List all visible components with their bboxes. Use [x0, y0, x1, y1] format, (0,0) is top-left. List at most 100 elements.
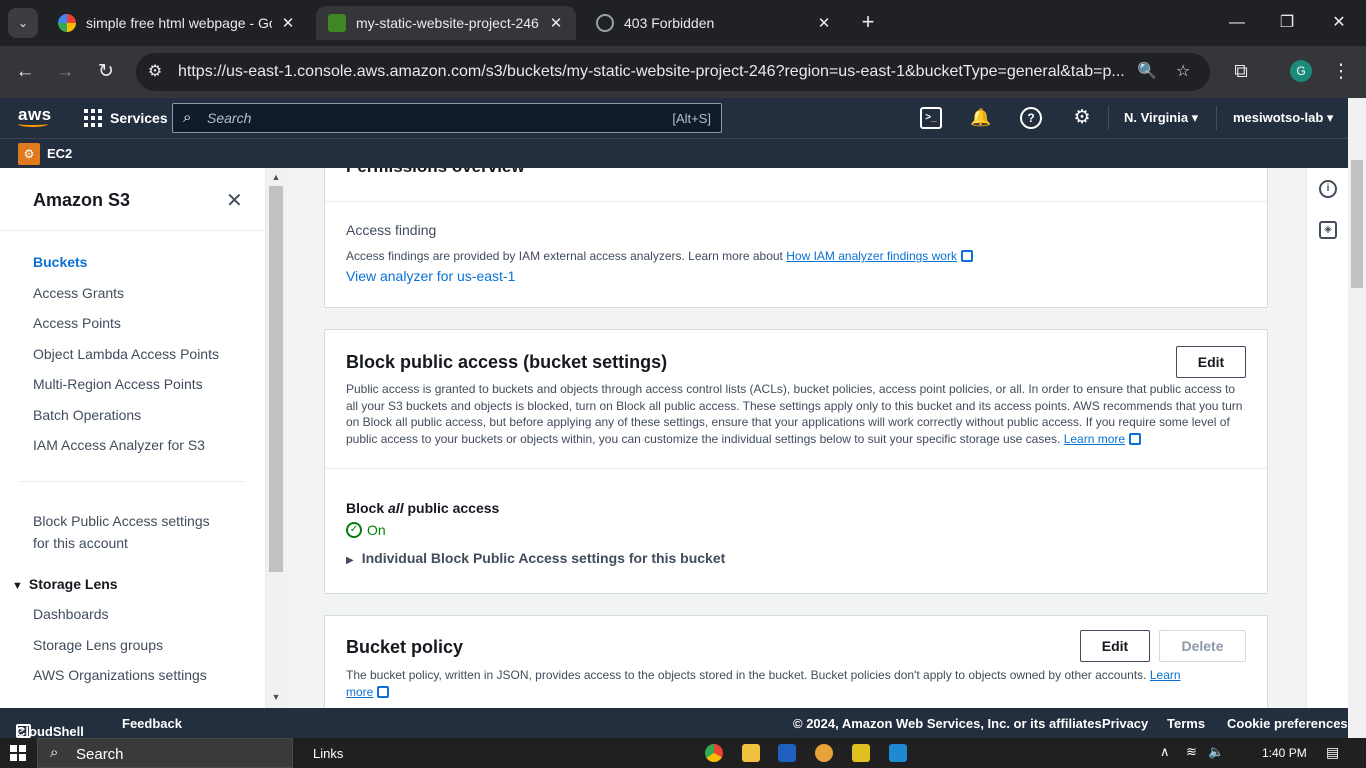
- sidebar-item-multi-region[interactable]: Multi-Region Access Points: [33, 376, 203, 392]
- close-icon[interactable]: ✕: [226, 188, 243, 213]
- url-text[interactable]: https://us-east-1.console.aws.amazon.com…: [178, 63, 1128, 81]
- region-selector[interactable]: N. Virginia ▾: [1124, 110, 1198, 126]
- chevron-up-icon[interactable]: ∧: [1160, 744, 1170, 760]
- tab-google-search[interactable]: simple free html webpage - Go ✕: [46, 6, 308, 40]
- reload-icon[interactable]: ↻: [93, 59, 119, 85]
- aws-top-navigation: aws Services ⌕ [Alt+S] >_ 🔔 ? ⚙ N. Virgi…: [0, 98, 1348, 138]
- more-menu-icon[interactable]: ⋮: [1328, 59, 1354, 85]
- ec2-icon[interactable]: ⚙: [18, 143, 40, 165]
- site-info-icon[interactable]: ⚙: [144, 61, 166, 83]
- file-explorer-icon[interactable]: [742, 744, 760, 762]
- sidebar-scrollbar[interactable]: ▲ ▼: [266, 168, 286, 708]
- notifications-bell-icon[interactable]: 🔔: [970, 107, 992, 129]
- tab-search-button[interactable]: ⌄: [8, 8, 38, 38]
- individual-settings-expander[interactable]: ▶ Individual Block Public Access settings…: [346, 550, 725, 566]
- scroll-thumb[interactable]: [269, 186, 283, 572]
- scroll-down-arrow[interactable]: ▼: [266, 692, 286, 702]
- policy-edit-button[interactable]: Edit: [1080, 630, 1150, 662]
- sidebar-item-access-points[interactable]: Access Points: [33, 315, 121, 331]
- sidebar-section-storage-lens[interactable]: ▼ Storage Lens: [12, 576, 118, 592]
- bucket-policy-panel: Bucket policy Edit Delete The bucket pol…: [324, 615, 1268, 708]
- services-grid-icon[interactable]: [84, 109, 102, 127]
- minimize-button[interactable]: —: [1222, 10, 1252, 36]
- sidebar-item-buckets[interactable]: Buckets: [33, 254, 87, 270]
- restore-button[interactable]: ❐: [1272, 10, 1302, 36]
- panel-divider: [325, 468, 1267, 469]
- extensions-icon[interactable]: ⧉: [1228, 59, 1254, 85]
- chrome-icon[interactable]: [705, 744, 723, 762]
- wifi-icon[interactable]: ≋: [1186, 744, 1197, 760]
- sidebar-item-object-lambda[interactable]: Object Lambda Access Points: [33, 346, 219, 362]
- learn-more-link[interactable]: Learn more: [1064, 432, 1125, 446]
- learn-more-link[interactable]: Learn: [1150, 668, 1181, 682]
- profile-avatar[interactable]: G: [1290, 60, 1312, 82]
- sidebar-item-storage-lens-groups[interactable]: Storage Lens groups: [33, 637, 163, 653]
- media-player-icon[interactable]: [852, 744, 870, 762]
- tab-title: my-static-website-project-246 -: [356, 15, 540, 31]
- close-icon[interactable]: ✕: [816, 14, 832, 32]
- search-icon: ⌕: [50, 744, 59, 761]
- sidebar-item-org-settings[interactable]: AWS Organizations settings: [33, 667, 207, 683]
- tab-s3-bucket[interactable]: my-static-website-project-246 - ✕: [316, 6, 576, 40]
- scroll-up-arrow[interactable]: ▲: [266, 172, 286, 182]
- zoom-icon[interactable]: 🔍: [1136, 61, 1158, 83]
- windows-start-icon[interactable]: [10, 745, 26, 761]
- main-content: Permissions overview Access finding Acce…: [286, 168, 1306, 708]
- taskbar-links[interactable]: Links: [313, 746, 343, 761]
- bookmark-star-icon[interactable]: ☆: [1172, 61, 1194, 83]
- taskbar-search-box[interactable]: ⌕ Search: [37, 738, 293, 768]
- notification-center-icon[interactable]: ▤: [1326, 744, 1339, 761]
- sidebar-item-dashboards[interactable]: Dashboards: [33, 606, 109, 622]
- teams-icon[interactable]: [778, 744, 796, 762]
- caret-down-icon: ▼: [12, 580, 23, 592]
- learn-more-link[interactable]: more: [346, 685, 373, 699]
- view-analyzer-link[interactable]: View analyzer for us-east-1: [346, 268, 515, 284]
- check-circle-icon: ✓: [346, 522, 362, 538]
- sidebar-item-iam-analyzer[interactable]: IAM Access Analyzer for S3: [33, 437, 205, 453]
- forward-arrow-icon[interactable]: →: [52, 59, 78, 85]
- account-menu[interactable]: mesiwotso-lab ▾: [1233, 110, 1333, 126]
- aws-search-box[interactable]: ⌕ [Alt+S]: [172, 103, 722, 133]
- close-icon[interactable]: ✕: [548, 14, 564, 32]
- sidebar-item-batch-operations[interactable]: Batch Operations: [33, 407, 141, 423]
- page-scrollbar[interactable]: [1348, 98, 1366, 738]
- privacy-link[interactable]: Privacy: [1102, 716, 1148, 731]
- back-arrow-icon[interactable]: ←: [12, 59, 38, 85]
- permissions-overview-panel: Permissions overview Access finding Acce…: [324, 168, 1268, 308]
- cloudshell-icon[interactable]: >_: [920, 107, 942, 129]
- scroll-thumb[interactable]: [1351, 160, 1363, 288]
- sidebar-item-access-grants[interactable]: Access Grants: [33, 285, 124, 301]
- settings-gear-icon[interactable]: ⚙: [1071, 107, 1093, 129]
- volume-icon[interactable]: 🔈: [1208, 744, 1224, 760]
- favorite-ec2[interactable]: EC2: [47, 146, 72, 161]
- address-bar[interactable]: ⚙ https://us-east-1.console.aws.amazon.c…: [136, 53, 1210, 91]
- nav-separator: [1216, 106, 1217, 130]
- sidebar-title: Amazon S3: [33, 190, 131, 210]
- services-menu-button[interactable]: Services: [110, 110, 168, 126]
- block-edit-button[interactable]: Edit: [1176, 346, 1246, 378]
- tab-403-forbidden[interactable]: 403 Forbidden ✕: [584, 6, 844, 40]
- external-link-icon: [960, 250, 973, 262]
- clock[interactable]: 1:40 PM: [1262, 746, 1307, 760]
- right-utility-rail: i ◈: [1306, 168, 1348, 708]
- aws-logo[interactable]: aws: [18, 105, 52, 127]
- window-close-button[interactable]: ✕: [1324, 10, 1354, 36]
- help-icon[interactable]: ?: [1020, 107, 1042, 129]
- terms-link[interactable]: Terms: [1167, 716, 1205, 731]
- browser-tab-strip: ⌄ simple free html webpage - Go ✕ my-sta…: [0, 0, 1366, 46]
- sidebar-item-block-public-access[interactable]: Block Public Access settings for this ac…: [33, 510, 210, 554]
- close-icon[interactable]: ✕: [280, 14, 296, 32]
- feedback-link[interactable]: Feedback: [122, 716, 182, 731]
- info-icon[interactable]: i: [1319, 180, 1337, 198]
- hexagon-icon[interactable]: ◈: [1319, 221, 1337, 239]
- app-icon[interactable]: [815, 744, 833, 762]
- block-public-access-description: Public access is granted to buckets and …: [346, 382, 1243, 446]
- search-input[interactable]: [207, 108, 627, 128]
- vscode-icon[interactable]: [889, 744, 907, 762]
- block-public-access-heading: Block public access (bucket settings): [346, 352, 668, 372]
- status-text: On: [367, 522, 386, 538]
- policy-delete-button[interactable]: Delete: [1159, 630, 1246, 662]
- iam-analyzer-link[interactable]: How IAM analyzer findings work: [786, 249, 957, 263]
- new-tab-button[interactable]: +: [856, 10, 880, 34]
- cookie-preferences-link[interactable]: Cookie preferences: [1227, 716, 1348, 731]
